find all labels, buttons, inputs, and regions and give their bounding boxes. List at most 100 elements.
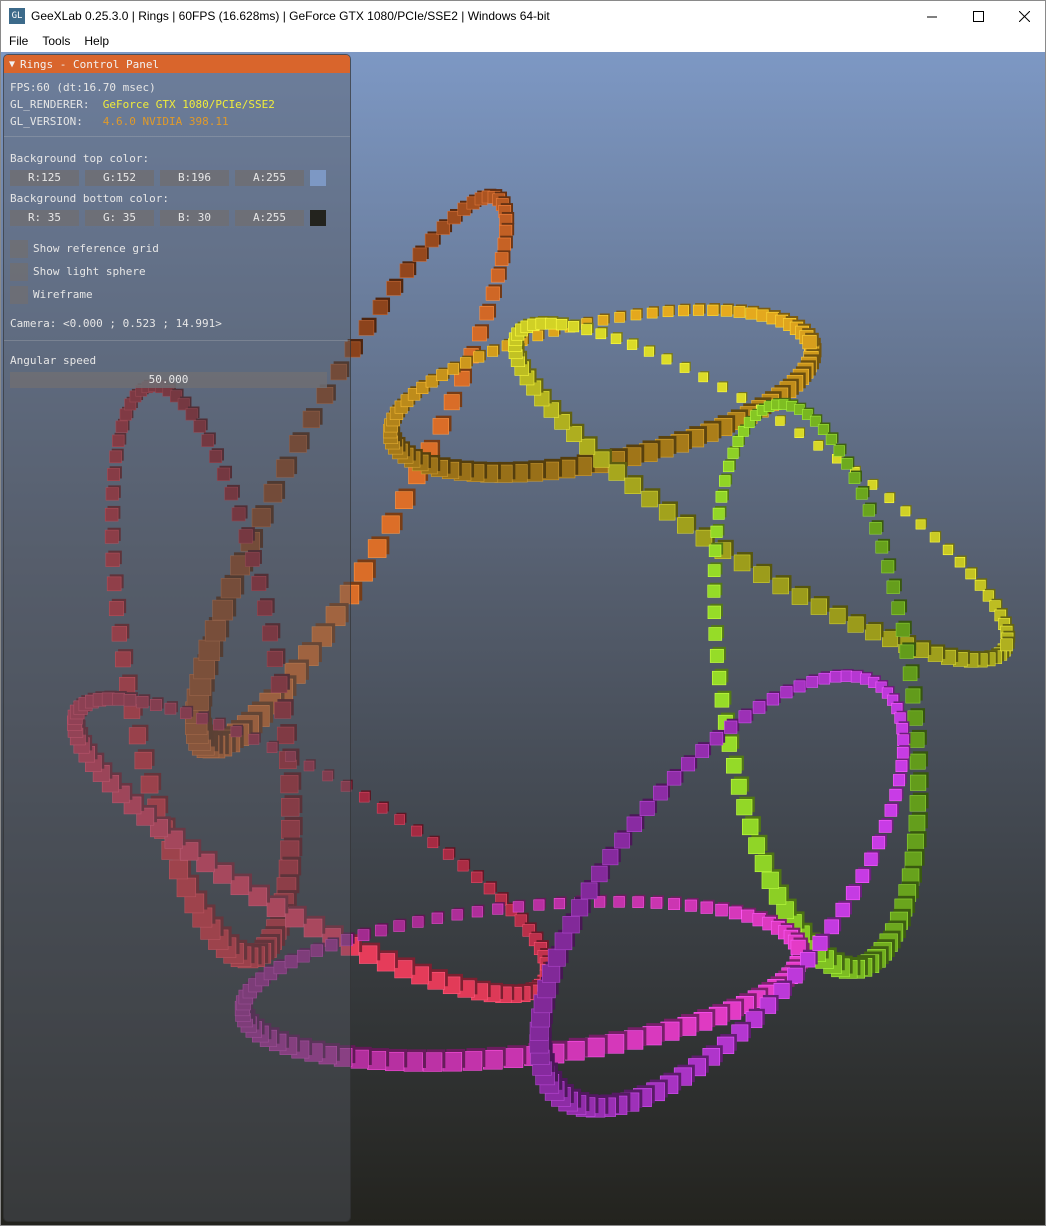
- cube: [668, 896, 682, 911]
- cube: [626, 338, 639, 350]
- cube: [878, 818, 894, 833]
- cube: [707, 582, 723, 598]
- reference-grid-label: Show reference grid: [33, 242, 159, 255]
- app-icon: GL: [9, 8, 25, 24]
- cube: [459, 355, 473, 369]
- cube: [733, 552, 753, 572]
- bg-top-r-slider[interactable]: R:125: [10, 170, 79, 186]
- cube: [867, 478, 879, 490]
- bg-bottom-a-slider[interactable]: A:255: [235, 210, 304, 226]
- panel-header[interactable]: ▼ Rings - Control Panel: [4, 55, 350, 73]
- cube: [902, 664, 920, 682]
- cube: [593, 449, 612, 468]
- cube: [497, 235, 513, 251]
- cube: [841, 456, 855, 470]
- control-panel: ▼ Rings - Control Panel FPS:60 (dt:16.70…: [3, 54, 351, 1222]
- renderer-line: GL_RENDERER: GeForce GTX 1080/PCIe/SSE2: [10, 98, 275, 112]
- cube: [738, 708, 754, 724]
- cube: [442, 1048, 466, 1072]
- collapse-triangle-icon[interactable]: ▼: [9, 59, 15, 70]
- cube: [791, 585, 811, 605]
- render-viewport[interactable]: ▼ Rings - Control Panel FPS:60 (dt:16.70…: [1, 52, 1045, 1225]
- cube: [889, 787, 904, 802]
- cube: [662, 304, 675, 318]
- cube: [353, 559, 376, 582]
- cube: [639, 798, 657, 816]
- title-bar[interactable]: GL GeeXLab 0.25.3.0 | Rings | 60FPS (16.…: [1, 1, 1045, 31]
- cube: [862, 502, 877, 517]
- cube: [483, 1046, 506, 1070]
- cube: [483, 881, 497, 895]
- cube: [471, 904, 485, 918]
- cube: [954, 555, 967, 568]
- reference-grid-checkbox[interactable]: [10, 240, 28, 258]
- maximize-button[interactable]: [955, 1, 1001, 31]
- bg-bottom-color-swatch[interactable]: [310, 210, 326, 226]
- cube: [472, 324, 490, 342]
- cube: [614, 830, 633, 849]
- cube: [884, 802, 899, 817]
- cube: [884, 492, 896, 504]
- cube: [904, 848, 925, 869]
- cube: [835, 900, 852, 918]
- bg-bottom-r-slider[interactable]: R: 35: [10, 210, 79, 226]
- bg-bottom-b-slider[interactable]: B: 30: [160, 210, 229, 226]
- cube: [818, 671, 832, 685]
- cube: [553, 896, 567, 910]
- cube: [375, 923, 389, 937]
- cube: [358, 790, 371, 803]
- maximize-icon: [972, 10, 984, 22]
- cube: [711, 668, 729, 686]
- cube: [752, 699, 768, 714]
- cube: [487, 344, 500, 357]
- cube: [678, 303, 691, 317]
- bg-top-a-slider[interactable]: A:255: [235, 170, 304, 186]
- cube: [766, 691, 781, 706]
- bg-bottom-g-slider[interactable]: G: 35: [85, 210, 154, 226]
- cube: [602, 846, 621, 866]
- cube: [900, 505, 912, 517]
- cube: [376, 801, 389, 814]
- cube: [915, 518, 927, 530]
- cube: [581, 322, 594, 336]
- cube: [451, 907, 465, 921]
- bg-top-g-slider[interactable]: G:152: [85, 170, 154, 186]
- cube: [910, 772, 929, 791]
- cube: [579, 436, 598, 455]
- menu-help[interactable]: Help: [77, 31, 116, 51]
- cube: [412, 245, 429, 262]
- cube: [394, 812, 407, 825]
- menu-file[interactable]: File: [1, 31, 35, 51]
- cube: [386, 278, 404, 296]
- cube: [698, 371, 710, 383]
- cube: [881, 558, 897, 574]
- cube: [909, 751, 929, 770]
- cube: [775, 415, 786, 426]
- bg-bottom-label: Background bottom color:: [10, 192, 169, 205]
- cube: [679, 361, 691, 373]
- cube: [359, 942, 381, 964]
- cube: [714, 690, 732, 708]
- cube: [942, 543, 955, 556]
- cube: [485, 284, 502, 301]
- cube: [709, 729, 726, 746]
- angular-speed-label: Angular speed: [10, 354, 97, 367]
- cube: [891, 599, 908, 616]
- cube: [447, 361, 461, 375]
- cube: [728, 904, 744, 920]
- cube: [741, 816, 761, 836]
- cube: [684, 897, 699, 912]
- light-sphere-checkbox[interactable]: [10, 263, 28, 281]
- cube: [708, 542, 724, 558]
- close-button[interactable]: [1001, 1, 1045, 31]
- wireframe-checkbox[interactable]: [10, 286, 28, 304]
- menu-tools[interactable]: Tools: [35, 31, 77, 51]
- bg-top-b-slider[interactable]: B:196: [160, 170, 229, 186]
- cube: [736, 391, 748, 403]
- bg-top-color-swatch[interactable]: [310, 170, 326, 186]
- minimize-button[interactable]: [909, 1, 955, 31]
- angular-speed-slider[interactable]: 50.000: [10, 372, 327, 388]
- cube: [700, 899, 715, 914]
- cube: [646, 306, 660, 319]
- cube: [722, 459, 736, 473]
